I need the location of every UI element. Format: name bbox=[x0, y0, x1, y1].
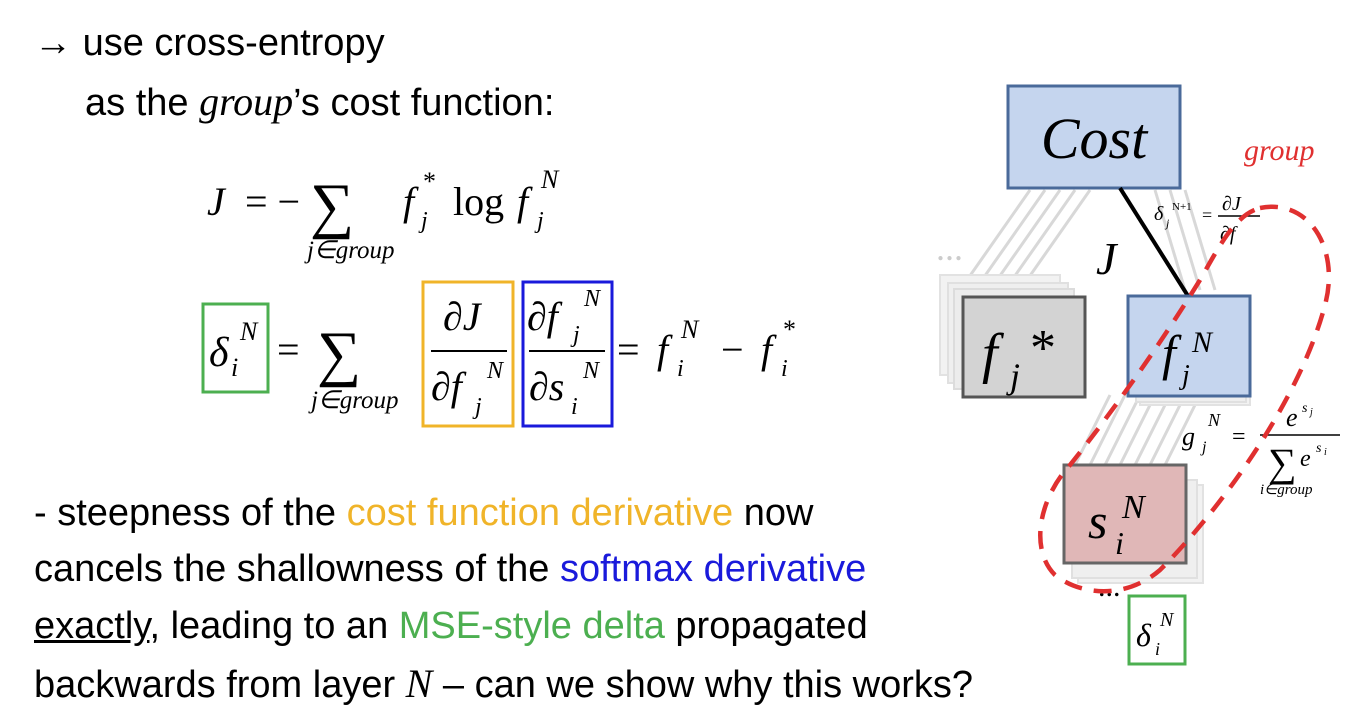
mse-delta-text: MSE-style delta bbox=[398, 605, 665, 647]
eq1-sum-sub: j∈group bbox=[304, 237, 395, 264]
s-N: N bbox=[1121, 489, 1147, 526]
eq2-rhs-equals: = bbox=[617, 327, 640, 372]
g-num: e bbox=[1286, 403, 1298, 432]
g-den-sup: s bbox=[1316, 441, 1322, 456]
delta-top-eq: = bbox=[1202, 205, 1212, 225]
bottom-l4-a: backwards from layer bbox=[34, 664, 406, 706]
g-num-sup-sub: j bbox=[1308, 407, 1313, 418]
s-i: i bbox=[1115, 525, 1124, 561]
g-label: g bbox=[1182, 422, 1195, 451]
s-s: s bbox=[1088, 493, 1107, 549]
bottom-l1-b: now bbox=[733, 492, 814, 534]
header-line-2-post: ’s cost function: bbox=[293, 82, 555, 124]
eq2-rhs-fstar-star: * bbox=[783, 315, 796, 344]
eq2-ds-i: i bbox=[571, 394, 578, 420]
bottom-line-2: cancels the shallowness of the softmax d… bbox=[34, 550, 866, 588]
bottom-l4-b: – can we show why this works? bbox=[432, 664, 974, 706]
eq2-rhs-f-N: N bbox=[680, 315, 700, 344]
eq2-delta-N: N bbox=[239, 317, 259, 346]
bottom-line-1: - steepness of the cost function derivat… bbox=[34, 494, 813, 532]
header-line-1-text: use cross-entropy bbox=[82, 22, 385, 64]
g-den-sum: ∑ bbox=[1268, 440, 1297, 485]
eq1-f2-N: N bbox=[540, 165, 560, 194]
exactly-text: exactly bbox=[34, 605, 150, 647]
eq1-log: log bbox=[453, 179, 504, 224]
eq2-ds-N: N bbox=[582, 358, 601, 384]
delta-top-sup: N+1 bbox=[1172, 201, 1192, 213]
eq1-equals-minus: = − bbox=[245, 179, 300, 224]
delta-bottom-i: i bbox=[1155, 639, 1160, 659]
cost-label: Cost bbox=[1041, 106, 1149, 171]
eq1-f2: f bbox=[517, 179, 533, 224]
ellipsis-left: ... bbox=[936, 228, 963, 268]
bottom-line-3: exactly, leading to an MSE-style delta p… bbox=[34, 607, 868, 645]
layer-N: N bbox=[405, 661, 433, 706]
eq2-rhs-fstar-i: i bbox=[781, 356, 788, 382]
eq2-minus: − bbox=[721, 327, 744, 372]
delta-bottom: δ bbox=[1136, 617, 1152, 653]
eq1-f1: f bbox=[403, 179, 419, 224]
bottom-l3-b: propagated bbox=[664, 605, 868, 647]
g-j: j bbox=[1200, 439, 1207, 456]
eq1-sum: ∑ bbox=[310, 172, 354, 240]
eq2-delta: δ bbox=[209, 330, 230, 376]
g-den-sub: i∈group bbox=[1260, 482, 1313, 498]
g-den-sup-sub: i bbox=[1324, 447, 1327, 458]
g-num-sup: s bbox=[1302, 401, 1308, 416]
header-line-1: → use cross-entropy bbox=[34, 24, 385, 62]
eq1-J: J bbox=[207, 179, 227, 224]
eq2-df-j: j bbox=[472, 394, 482, 420]
eq2-delta-i: i bbox=[231, 353, 238, 382]
eq2-df-N: N bbox=[486, 358, 505, 384]
g-N: N bbox=[1207, 410, 1221, 430]
cost-derivative-text: cost function derivative bbox=[346, 492, 734, 534]
eq2-rhs-fstar: f bbox=[761, 327, 777, 372]
fj-N: N bbox=[1191, 326, 1214, 359]
delta-top: δ bbox=[1154, 203, 1164, 225]
equation-cost: J = − ∑ j∈group f * j log f N j bbox=[207, 165, 560, 264]
bottom-l1-a: - steepness of the bbox=[34, 492, 347, 534]
eq2-df-num: ∂f bbox=[527, 294, 563, 339]
softmax-derivative-text: softmax derivative bbox=[559, 548, 867, 590]
eq2-rhs-f: f bbox=[657, 327, 673, 372]
eq2-sum-sub: j∈group bbox=[308, 387, 399, 414]
eq2-df-num-N: N bbox=[583, 286, 602, 312]
group-label: group bbox=[1244, 134, 1315, 167]
g-den: e bbox=[1300, 446, 1311, 472]
bottom-line-4: backwards from layer N – can we show why… bbox=[34, 661, 974, 706]
eq2-equals: = bbox=[277, 327, 300, 372]
bottom-l2-a: cancels the shallowness of the bbox=[34, 548, 560, 590]
header-line-2-pre: as the bbox=[85, 82, 200, 124]
eq2-ds: ∂s bbox=[529, 364, 564, 409]
right-arrow-icon: → bbox=[34, 22, 72, 64]
eq2-df: ∂f bbox=[431, 364, 467, 409]
eq1-f1-star: * bbox=[423, 167, 436, 196]
J-label: J bbox=[1096, 233, 1119, 284]
fstar-star: * bbox=[1030, 320, 1056, 377]
delta-bottom-N: N bbox=[1159, 609, 1175, 631]
eq2-df-num-j: j bbox=[570, 322, 580, 348]
eq2-dJ: ∂J bbox=[443, 294, 483, 339]
delta-top-num: ∂J bbox=[1222, 193, 1242, 215]
eq1-f1-j: j bbox=[418, 208, 428, 234]
equation-delta: δ N i = ∑ j∈group ∂J ∂f N j ∂f N j ∂s N … bbox=[201, 280, 796, 428]
header-line-2: as the group’s cost function: bbox=[85, 79, 555, 124]
eq1-f2-j: j bbox=[534, 208, 544, 234]
eq2-rhs-f-i: i bbox=[677, 356, 684, 382]
ellipsis-bottom: ... bbox=[1098, 570, 1121, 603]
eq2-sum: ∑ bbox=[317, 320, 361, 388]
bottom-l3-a: , leading to an bbox=[149, 605, 399, 647]
group-word: group bbox=[199, 79, 294, 124]
g-eq: = bbox=[1232, 424, 1246, 450]
network-diagram: ... Cost group J δ N+1 j = ∂J ∂f f * j f… bbox=[936, 84, 1340, 666]
